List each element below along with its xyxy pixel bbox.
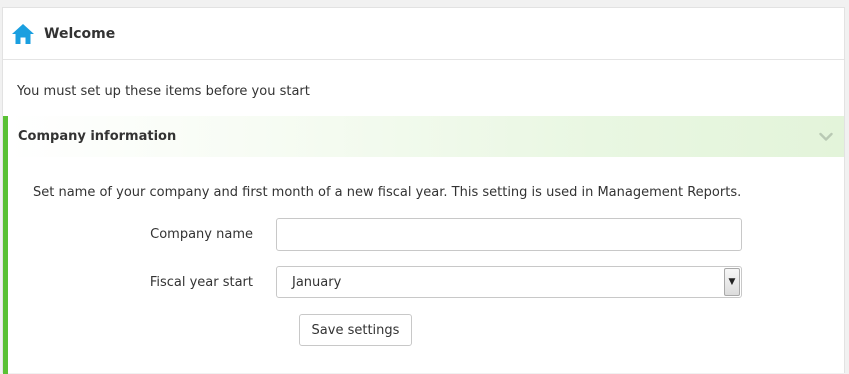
company-name-input[interactable]: [276, 218, 742, 251]
section-title: Company information: [18, 129, 177, 144]
fiscal-year-selected-value: January: [292, 274, 342, 290]
save-settings-button[interactable]: Save settings: [299, 314, 412, 346]
home-icon: [11, 23, 35, 45]
dropdown-arrow-icon[interactable]: ▼: [724, 268, 740, 296]
section-description: Set name of your company and first month…: [33, 185, 742, 200]
fiscal-year-label: Fiscal year start: [149, 274, 253, 290]
company-name-row: Company name: [8, 218, 742, 251]
panel-header: Welcome: [3, 8, 844, 60]
company-name-label: Company name: [150, 227, 253, 242]
page-title: Welcome: [44, 25, 116, 42]
chevron-down-icon[interactable]: [818, 130, 834, 144]
company-info-section: Company information Set name of your com…: [3, 116, 844, 374]
intro-text: You must set up these items before you s…: [17, 84, 310, 99]
welcome-panel: Welcome You must set up these items befo…: [2, 7, 845, 374]
fiscal-year-select[interactable]: January ▼: [276, 266, 742, 298]
company-info-header[interactable]: Company information: [8, 116, 844, 157]
fiscal-year-row: Fiscal year start January ▼: [8, 266, 742, 298]
